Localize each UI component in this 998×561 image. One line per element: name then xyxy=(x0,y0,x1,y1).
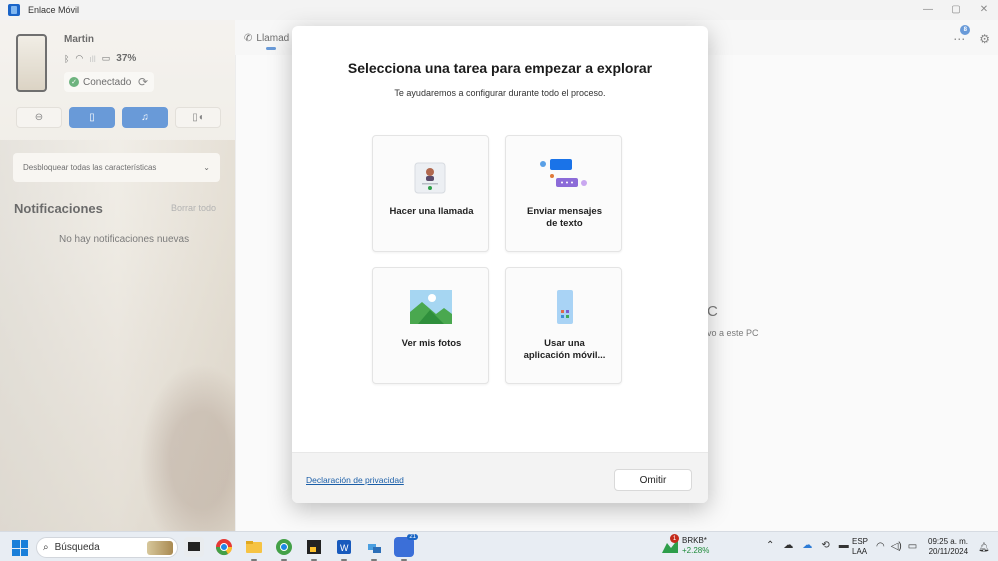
taskbar-apps: W 21 xyxy=(184,534,418,561)
cloud-sync-icon[interactable]: ☁ xyxy=(802,540,812,551)
volume-icon: ◁) xyxy=(890,541,902,552)
language-code: ESP xyxy=(852,537,869,546)
view-photos-card[interactable]: Ver mis fotos xyxy=(372,267,489,384)
taskbar-badge: 21 xyxy=(407,534,418,540)
use-mobile-app-label: Usar una aplicación móvil... xyxy=(506,338,623,362)
notes-app-icon[interactable] xyxy=(304,537,324,561)
use-mobile-app-card[interactable]: Usar una aplicación móvil... xyxy=(505,267,622,384)
start-button[interactable] xyxy=(12,540,28,556)
search-icon: ⌕ xyxy=(43,542,49,553)
quick-settings[interactable]: ◠ ◁) ▭ xyxy=(876,541,917,552)
stock-change: +2.28% xyxy=(682,546,710,555)
taskbar-search[interactable]: ⌕ Búsqueda xyxy=(36,537,178,558)
word-icon[interactable]: W xyxy=(334,537,354,561)
maximize-icon[interactable]: ▢ xyxy=(942,0,970,18)
use-mobile-app-label-line2: aplicación móvil... xyxy=(523,350,606,361)
stock-widget[interactable]: 1 BRKB* +2.28% xyxy=(662,534,709,556)
stock-alert-badge: 1 xyxy=(670,534,679,543)
messages-illustration-icon xyxy=(540,159,587,187)
make-call-label: Hacer una llamada xyxy=(389,206,474,217)
notification-bell-icon[interactable]: 🔔︎ xyxy=(978,542,989,553)
svg-text:W: W xyxy=(340,543,349,553)
system-tray: ⌃ ☁ ☁ ⟲ ▬ xyxy=(766,540,849,551)
send-messages-label-line2: de texto xyxy=(546,218,583,229)
task-view-icon[interactable] xyxy=(184,537,204,557)
mobile-app-illustration-icon xyxy=(557,290,573,324)
dialog-subtitle: Te ayudaremos a configurar durante todo … xyxy=(394,88,606,98)
phone-link-taskbar-icon[interactable]: 21 xyxy=(394,534,418,561)
send-messages-label-line1: Enviar mensajes xyxy=(527,206,602,217)
send-messages-label: Enviar mensajes de texto xyxy=(506,206,623,230)
window-controls: — ▢ ✕ xyxy=(914,0,998,18)
search-highlight-image xyxy=(147,541,173,555)
app-title: Enlace Móvil xyxy=(28,5,80,15)
phone-call-illustration-icon xyxy=(414,162,446,194)
skip-button[interactable]: Omitir xyxy=(614,469,692,491)
stock-text: BRKB* +2.28% xyxy=(682,536,709,556)
title-bar: Enlace Móvil — ▢ ✕ xyxy=(0,0,998,20)
privacy-link[interactable]: Declaración de privacidad xyxy=(306,475,404,485)
use-mobile-app-label-line1: Usar una xyxy=(544,338,585,349)
send-messages-card[interactable]: Enviar mensajes de texto xyxy=(505,135,622,252)
clock-time: 09:25 a. m. xyxy=(928,537,969,546)
language-indicator[interactable]: ESP LAA xyxy=(852,537,868,557)
taskbar: ⌕ Búsqueda W 21 1 BRKB* +2.28% ⌃ ☁ ☁ ⟲ ▬… xyxy=(0,531,998,561)
close-icon[interactable]: ✕ xyxy=(970,0,998,18)
search-placeholder: Búsqueda xyxy=(54,542,100,553)
chevron-up-icon[interactable]: ⌃ xyxy=(766,540,774,551)
make-call-card[interactable]: Hacer una llamada xyxy=(372,135,489,252)
battery-tray-icon[interactable]: ▬ xyxy=(839,540,849,551)
clock[interactable]: 09:25 a. m. 20/11/2024 xyxy=(928,537,968,557)
stock-name: BRKB* xyxy=(682,536,707,545)
onedrive-icon[interactable]: ☁ xyxy=(783,540,793,551)
task-selection-dialog: Selecciona una tarea para empezar a expl… xyxy=(292,26,708,503)
chrome-icon[interactable] xyxy=(214,537,234,557)
dialog-footer: Declaración de privacidad Omitir xyxy=(292,452,708,503)
network-app-icon[interactable] xyxy=(364,537,384,561)
view-photos-label: Ver mis fotos xyxy=(401,338,462,349)
power-icon: ▭ xyxy=(907,541,918,552)
chrome-profile-icon[interactable] xyxy=(274,537,294,561)
clock-date: 20/11/2024 xyxy=(928,547,969,556)
dialog-title: Selecciona una tarea para empezar a expl… xyxy=(347,60,653,76)
file-explorer-icon[interactable] xyxy=(244,537,264,561)
app-logo-icon xyxy=(8,4,20,16)
wifi-tray-icon: ◠ xyxy=(876,541,885,552)
update-icon[interactable]: ⟲ xyxy=(821,540,829,551)
minimize-icon[interactable]: — xyxy=(914,0,942,18)
photo-illustration-icon xyxy=(410,290,452,324)
keyboard-layout: LAA xyxy=(852,547,868,556)
